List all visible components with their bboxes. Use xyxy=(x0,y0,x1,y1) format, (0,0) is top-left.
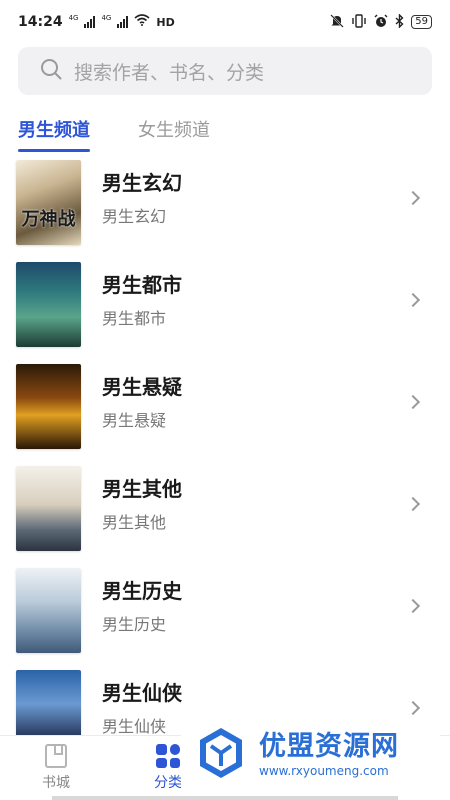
nav-label: 分类 xyxy=(154,775,182,791)
tab-female-channel[interactable]: 女生频道 xyxy=(138,116,210,152)
nav-bookstore[interactable]: 书城 xyxy=(0,736,112,800)
category-item-lishi[interactable]: 男生历史 男生历史 xyxy=(0,566,450,668)
mute-icon xyxy=(330,13,344,31)
network-label-2: 4G xyxy=(101,13,112,22)
search-placeholder: 搜索作者、书名、分类 xyxy=(74,61,265,84)
category-subtitle: 男生其他 xyxy=(102,513,167,532)
category-text: 男生其他 男生其他 xyxy=(102,464,182,534)
category-title: 男生悬疑 xyxy=(102,375,182,399)
status-time: 14:24 xyxy=(18,14,63,30)
category-list: 万神战 男生玄幻 男生玄幻 男生都市 男生都市 男生悬疑 男生悬疑 男生其他 男… xyxy=(0,158,450,770)
category-title: 男生玄幻 xyxy=(102,171,182,195)
chevron-right-icon xyxy=(405,598,421,614)
book-cover-image xyxy=(16,466,81,551)
category-title: 男生历史 xyxy=(102,579,182,603)
watermark-url: www.rxyoumeng.com xyxy=(259,764,389,778)
signal-icon-2 xyxy=(117,16,129,28)
channel-tabs: 男生频道 女生频道 xyxy=(18,116,210,152)
hd-label: HD xyxy=(156,15,175,29)
network-label-1: 4G xyxy=(68,13,79,22)
category-item-xuanyi[interactable]: 男生悬疑 男生悬疑 xyxy=(0,362,450,464)
chevron-right-icon xyxy=(405,700,421,716)
category-title: 男生其他 xyxy=(102,477,182,501)
search-icon xyxy=(40,58,62,84)
home-indicator xyxy=(52,796,398,800)
book-cover-image xyxy=(16,568,81,653)
chevron-right-icon xyxy=(405,496,421,512)
category-text: 男生仙侠 男生仙侠 xyxy=(102,668,182,738)
watermark-logo-icon xyxy=(197,726,245,784)
watermark-text: 优盟资源网 www.rxyoumeng.com xyxy=(259,731,399,779)
alarm-icon xyxy=(374,14,388,31)
chevron-right-icon xyxy=(405,292,421,308)
category-title: 男生仙侠 xyxy=(102,681,182,705)
search-input[interactable]: 搜索作者、书名、分类 xyxy=(18,47,432,95)
category-item-xuanhuan[interactable]: 万神战 男生玄幻 男生玄幻 xyxy=(0,158,450,260)
nav-label: 书城 xyxy=(42,775,70,791)
wifi-icon xyxy=(134,14,150,30)
chevron-right-icon xyxy=(405,394,421,410)
book-cover-image xyxy=(16,262,81,347)
category-text: 男生悬疑 男生悬疑 xyxy=(102,362,182,432)
category-text: 男生都市 男生都市 xyxy=(102,260,182,330)
chevron-right-icon xyxy=(405,190,421,206)
category-subtitle: 男生悬疑 xyxy=(102,411,167,430)
battery-indicator: 59 xyxy=(411,15,432,29)
category-item-dushi[interactable]: 男生都市 男生都市 xyxy=(0,260,450,362)
status-right: 59 xyxy=(330,12,432,31)
book-cover-image xyxy=(16,364,81,449)
category-subtitle: 男生玄幻 xyxy=(102,207,167,226)
category-text: 男生历史 男生历史 xyxy=(102,566,182,636)
vibrate-icon xyxy=(351,13,367,31)
book-cover-image: 万神战 xyxy=(16,160,81,245)
category-subtitle: 男生都市 xyxy=(102,309,167,328)
watermark-brand: 优盟资源网 xyxy=(259,731,399,762)
category-text: 男生玄幻 男生玄幻 xyxy=(102,158,182,228)
status-bar: 14:24 4G 4G HD 59 xyxy=(0,0,450,44)
book-icon xyxy=(45,744,67,768)
signal-icon xyxy=(84,16,96,28)
category-title: 男生都市 xyxy=(102,273,182,297)
category-grid-icon xyxy=(156,744,180,768)
watermark: 优盟资源网 www.rxyoumeng.com xyxy=(181,720,440,790)
tab-male-channel[interactable]: 男生频道 xyxy=(18,116,90,152)
category-subtitle: 男生历史 xyxy=(102,615,167,634)
cover-title-text: 万神战 xyxy=(21,209,76,230)
bluetooth-icon xyxy=(395,12,404,31)
status-left: 14:24 4G 4G HD xyxy=(18,14,175,30)
category-item-qita[interactable]: 男生其他 男生其他 xyxy=(0,464,450,566)
